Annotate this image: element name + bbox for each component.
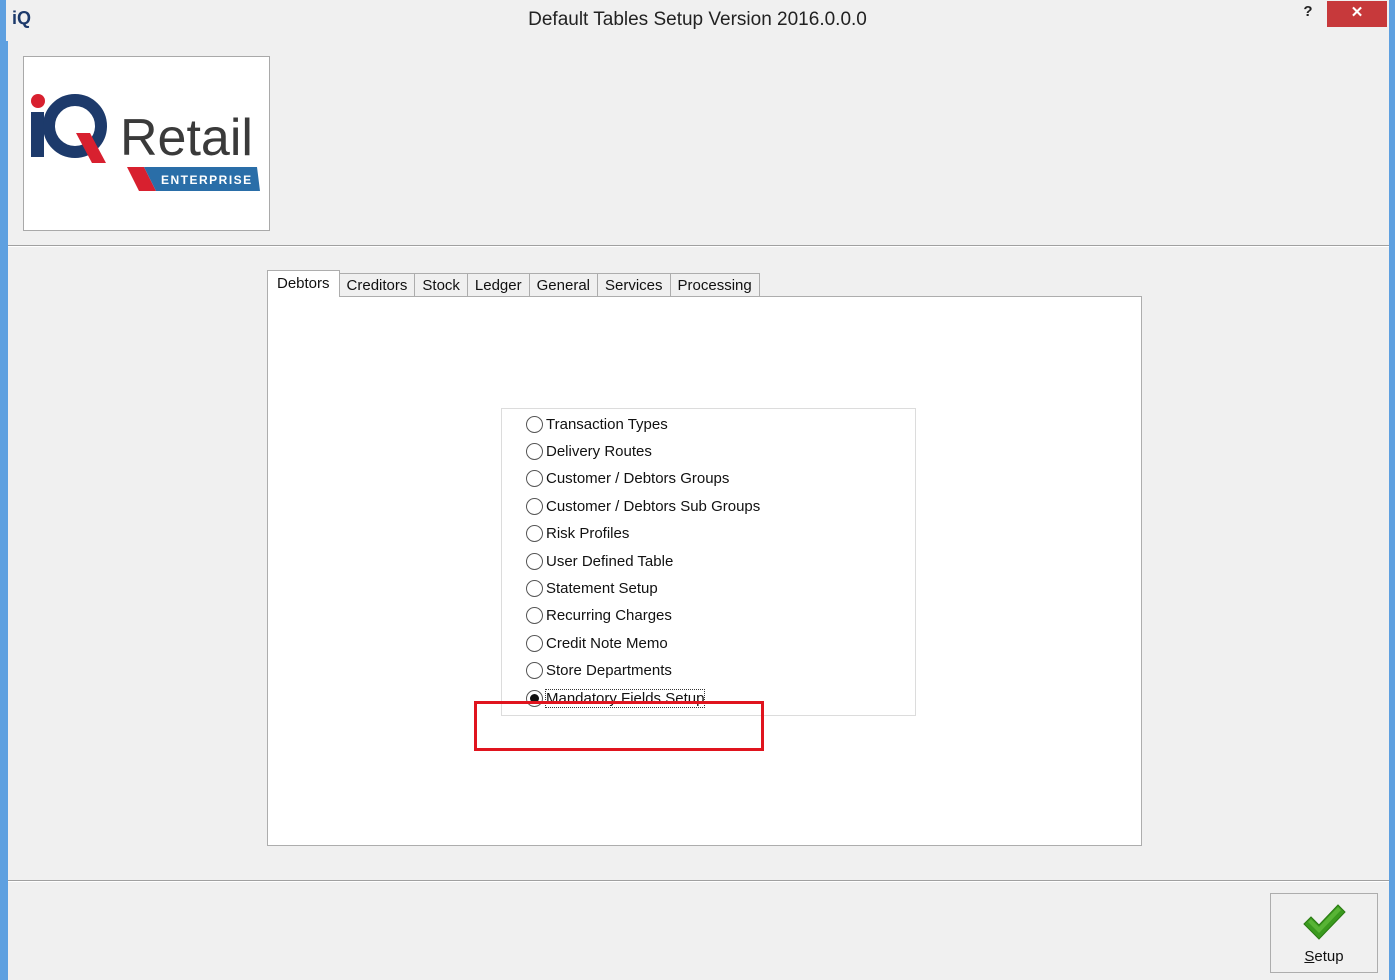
radio-option-label: Delivery Routes <box>546 442 652 460</box>
radio-option[interactable]: Recurring Charges <box>526 605 672 627</box>
radio-option[interactable]: Credit Note Memo <box>526 632 668 654</box>
title-bar[interactable]: iQ Default Tables Setup Version 2016.0.0… <box>0 0 1395 41</box>
radio-option-label: Statement Setup <box>546 579 658 597</box>
radio-option-label: Transaction Types <box>546 415 668 433</box>
radio-unchecked-icon[interactable] <box>526 415 543 433</box>
radio-option[interactable]: Transaction Types <box>526 413 668 435</box>
tab-panel-debtors: Transaction Types Delivery Routes Customer… <box>267 296 1142 846</box>
radio-option-label: User Defined Table <box>546 552 674 570</box>
radio-option[interactable]: Customer / Debtors Groups <box>526 468 729 490</box>
footer-panel <box>8 880 1389 980</box>
tab-debtors[interactable]: Debtors <box>267 270 340 297</box>
radio-unchecked-icon[interactable] <box>526 525 543 543</box>
checkmark-icon <box>1303 904 1346 940</box>
header-panel: Retail ENTERPRISE <box>8 41 1389 246</box>
setup-button[interactable]: Setup <box>1270 893 1378 973</box>
radio-option[interactable]: Risk Profiles <box>526 523 629 545</box>
tab-creditors[interactable]: Creditors <box>338 273 416 297</box>
annotation-highlight-box <box>474 701 764 751</box>
radio-option-label: Customer / Debtors Sub Groups <box>546 497 761 515</box>
radio-option[interactable]: Customer / Debtors Sub Groups <box>526 495 760 517</box>
logo-i-dot <box>31 94 45 108</box>
radio-unchecked-icon[interactable] <box>526 634 543 652</box>
application-window: iQ Default Tables Setup Version 2016.0.0… <box>0 0 1395 980</box>
radio-unchecked-icon[interactable] <box>526 607 543 625</box>
window-title: Default Tables Setup Version 2016.0.0.0 <box>528 9 867 30</box>
tab-strip: Debtors Creditors Stock Ledger General Servic… <box>267 270 760 297</box>
radio-option[interactable]: Statement Setup <box>526 577 658 599</box>
iq-retail-logo: Retail ENTERPRISE <box>31 94 260 191</box>
tab-general[interactable]: General <box>528 273 598 297</box>
close-button[interactable]: ✕ <box>1327 1 1387 27</box>
radio-option-label: Risk Profiles <box>546 525 630 543</box>
radio-unchecked-icon[interactable] <box>526 442 543 460</box>
radio-option-label: Customer / Debtors Groups <box>546 470 730 488</box>
radio-option[interactable]: User Defined Table <box>526 550 673 572</box>
tab-services[interactable]: Services <box>597 273 671 297</box>
radio-option-label: Recurring Charges <box>546 607 672 625</box>
radio-option[interactable]: Delivery Routes <box>526 440 652 462</box>
radio-unchecked-icon[interactable] <box>526 552 543 570</box>
client-area: Retail ENTERPRISE Debtors Creditors Stock L… <box>8 41 1389 980</box>
logo-i-stem <box>31 112 44 157</box>
logo-panel: Retail ENTERPRISE <box>23 56 270 231</box>
radio-option-label: Credit Note Memo <box>546 634 668 652</box>
setup-button-label: Setup <box>1304 948 1344 965</box>
tab-stock[interactable]: Stock <box>414 273 468 297</box>
radio-unchecked-icon[interactable] <box>526 497 543 515</box>
radio-unchecked-icon[interactable] <box>526 662 543 680</box>
help-button[interactable]: ? <box>1297 3 1319 21</box>
logo-brand-name: Retail <box>120 109 253 167</box>
radio-option[interactable]: Store Departments <box>526 660 672 682</box>
tab-ledger[interactable]: Ledger <box>466 273 530 297</box>
debtors-options-group: Transaction Types Delivery Routes Customer… <box>501 408 916 716</box>
tab-processing[interactable]: Processing <box>669 273 760 297</box>
radio-option-label: Store Departments <box>546 662 672 680</box>
radio-unchecked-icon[interactable] <box>526 470 543 488</box>
logo-edition: ENTERPRISE <box>161 173 253 187</box>
radio-unchecked-icon[interactable] <box>526 579 543 597</box>
